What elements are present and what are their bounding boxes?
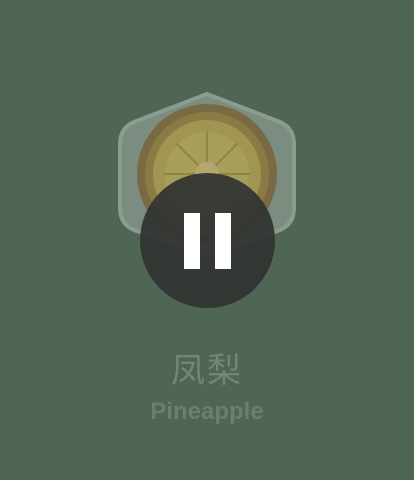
word-english: Pineapple — [150, 398, 264, 425]
word-chinese: 凤梨 — [171, 351, 243, 391]
flashcard: 凤梨 Pineapple — [0, 0, 414, 480]
pause-button[interactable] — [140, 173, 275, 308]
pause-icon — [184, 213, 200, 269]
pause-icon-bar — [215, 213, 231, 269]
